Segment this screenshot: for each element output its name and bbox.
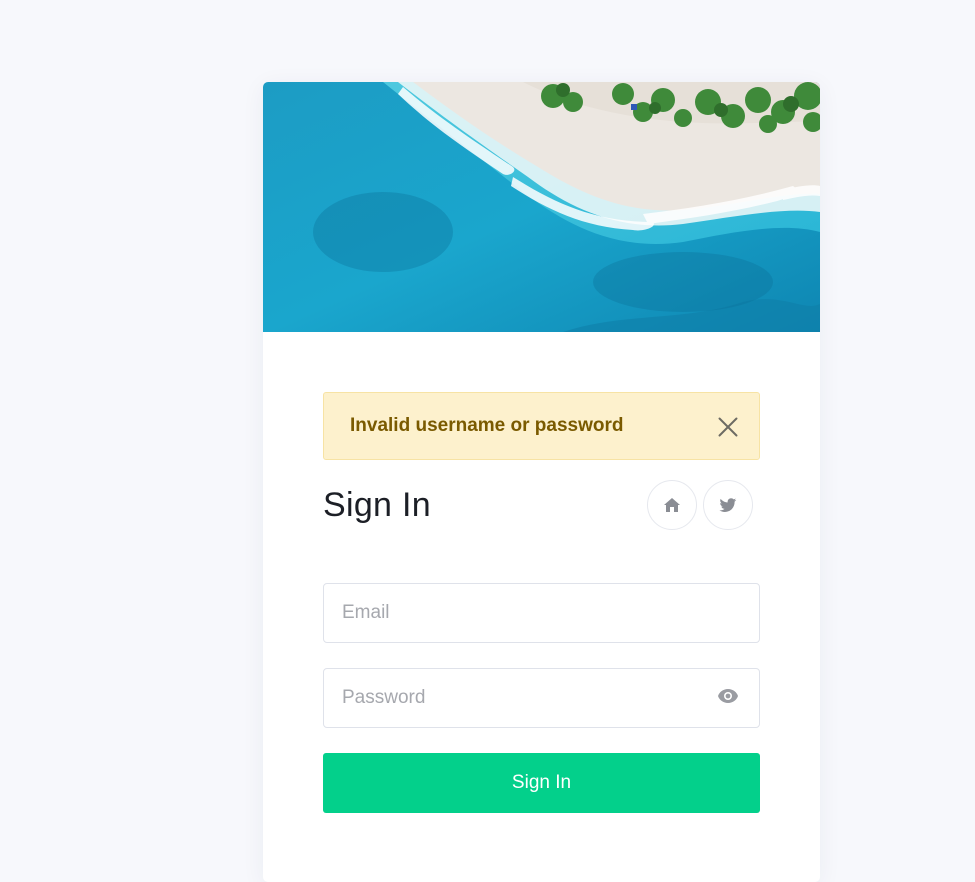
close-icon[interactable] bbox=[715, 413, 741, 439]
home-button[interactable] bbox=[647, 480, 697, 530]
page-title: Sign In bbox=[323, 486, 431, 524]
password-input[interactable] bbox=[324, 669, 759, 727]
twitter-icon bbox=[719, 497, 737, 512]
home-icon bbox=[664, 498, 680, 512]
login-card: Invalid username or password Sign In Sig… bbox=[263, 82, 820, 882]
alert-message: Invalid username or password bbox=[350, 415, 624, 436]
email-field[interactable] bbox=[323, 583, 760, 643]
email-input[interactable] bbox=[324, 584, 759, 642]
beach-hero-image bbox=[263, 82, 820, 332]
password-field[interactable] bbox=[323, 668, 760, 728]
twitter-button[interactable] bbox=[703, 480, 753, 530]
error-alert: Invalid username or password bbox=[323, 392, 760, 460]
eye-icon[interactable] bbox=[717, 688, 739, 709]
sign-in-button[interactable]: Sign In bbox=[323, 753, 760, 813]
